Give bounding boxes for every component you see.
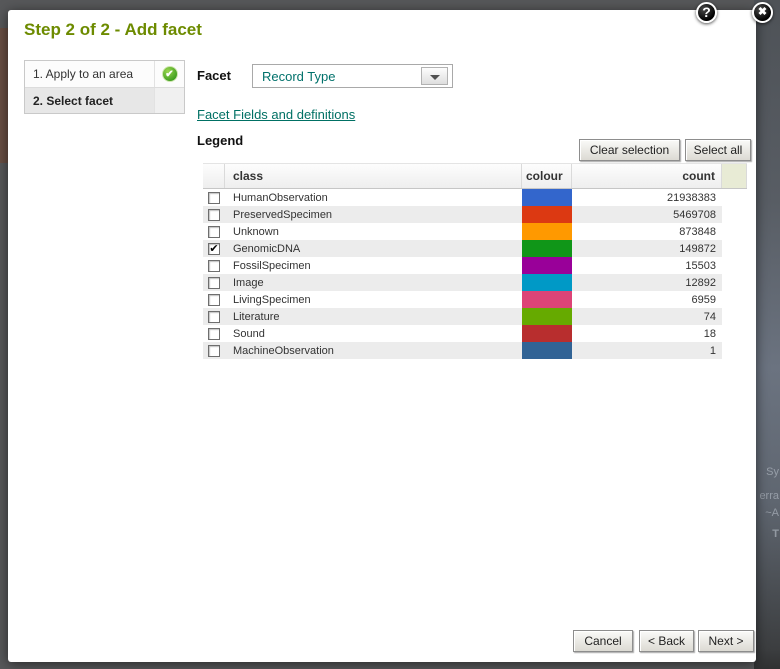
row-count: 74 [572, 308, 722, 325]
legend-table-row[interactable]: LivingSpecimen 6959 [203, 291, 722, 308]
header-colour: colour [522, 164, 572, 188]
row-class: HumanObservation [225, 189, 522, 206]
row-colour-swatch [522, 342, 572, 359]
dimmed-text-fragment: Sy [766, 466, 779, 478]
row-class: FossilSpecimen [225, 257, 522, 274]
row-class: Image [225, 274, 522, 291]
row-class: LivingSpecimen [225, 291, 522, 308]
dimmed-text-fragment: ~A [765, 507, 779, 519]
row-checkbox[interactable] [208, 209, 220, 221]
cancel-button[interactable]: Cancel [573, 630, 633, 652]
row-count: 149872 [572, 240, 722, 257]
help-icon: ? [702, 4, 711, 20]
clear-selection-button[interactable]: Clear selection [579, 139, 680, 161]
next-button[interactable]: Next > [698, 630, 754, 652]
row-count: 6959 [572, 291, 722, 308]
row-colour-swatch [522, 206, 572, 223]
header-checkbox-column [203, 164, 225, 188]
row-class: MachineObservation [225, 342, 522, 359]
row-colour-swatch [522, 240, 572, 257]
row-checkbox[interactable] [208, 226, 220, 238]
row-colour-swatch [522, 325, 572, 342]
legend-table: class colour count HumanObservation 2193… [203, 163, 747, 359]
dialog-title: Step 2 of 2 - Add facet [24, 20, 202, 40]
help-button[interactable]: ? [696, 2, 717, 23]
row-count: 873848 [572, 223, 722, 240]
legend-table-row[interactable]: FossilSpecimen 15503 [203, 257, 722, 274]
row-checkbox[interactable] [208, 311, 220, 323]
row-colour-swatch [522, 308, 572, 325]
row-count: 12892 [572, 274, 722, 291]
facet-fields-link[interactable]: Facet Fields and definitions [197, 107, 355, 122]
close-icon: ✖ [758, 6, 767, 18]
header-count: count [572, 164, 722, 188]
step-done-icon: ✔ [162, 66, 178, 82]
legend-table-row[interactable]: Image 12892 [203, 274, 722, 291]
row-class: PreservedSpecimen [225, 206, 522, 223]
header-class: class [225, 164, 522, 188]
row-class: Literature [225, 308, 522, 325]
row-checkbox[interactable] [208, 260, 220, 272]
row-colour-swatch [522, 189, 572, 206]
chevron-down-icon [430, 75, 440, 80]
step-label: 1. Apply to an area [25, 67, 154, 81]
dimmed-background-map: Sy erra ~A T [754, 0, 780, 669]
step-label: 2. Select facet [25, 94, 154, 108]
row-colour-swatch [522, 257, 572, 274]
row-colour-swatch [522, 223, 572, 240]
row-checkbox[interactable] [208, 345, 220, 357]
legend-table-row[interactable]: Sound 18 [203, 325, 722, 342]
row-class: Unknown [225, 223, 522, 240]
step-apply-to-area[interactable]: 1. Apply to an area ✔ [25, 61, 184, 87]
row-colour-swatch [522, 291, 572, 308]
row-colour-swatch [522, 274, 572, 291]
row-count: 18 [572, 325, 722, 342]
legend-table-row[interactable]: MachineObservation 1 [203, 342, 722, 359]
select-all-button[interactable]: Select all [685, 139, 751, 161]
wizard-steps: 1. Apply to an area ✔ 2. Select facet [24, 60, 185, 114]
row-checkbox[interactable] [208, 192, 220, 204]
legend-table-row[interactable]: HumanObservation 21938383 [203, 189, 722, 206]
legend-table-row[interactable]: Literature 74 [203, 308, 722, 325]
row-checkbox[interactable] [208, 277, 220, 289]
legend-table-row[interactable]: ✔ GenomicDNA 149872 [203, 240, 722, 257]
back-button[interactable]: < Back [639, 630, 694, 652]
dimmed-text-fragment: erra [759, 490, 779, 502]
legend-table-body: HumanObservation 21938383 PreservedSpeci… [203, 189, 722, 359]
facet-dropdown-button[interactable] [421, 67, 448, 85]
legend-table-row[interactable]: PreservedSpecimen 5469708 [203, 206, 722, 223]
facet-field-label: Facet [197, 68, 231, 83]
row-class: Sound [225, 325, 522, 342]
dimmed-text-fragment: T [772, 528, 779, 540]
row-count: 5469708 [572, 206, 722, 223]
row-checkbox[interactable]: ✔ [208, 243, 220, 255]
facet-selected-value: Record Type [262, 69, 335, 84]
facet-select[interactable]: Record Type [252, 64, 453, 88]
row-count: 1 [572, 342, 722, 359]
dimmed-background-patch [0, 28, 8, 163]
row-count: 21938383 [572, 189, 722, 206]
add-facet-dialog: Step 2 of 2 - Add facet 1. Apply to an a… [8, 10, 756, 662]
header-spacer-cell [722, 164, 747, 188]
step-select-facet[interactable]: 2. Select facet [25, 87, 184, 113]
row-checkbox[interactable] [208, 294, 220, 306]
row-class: GenomicDNA [225, 240, 522, 257]
row-count: 15503 [572, 257, 722, 274]
row-checkbox[interactable] [208, 328, 220, 340]
legend-heading: Legend [197, 133, 243, 148]
legend-table-header: class colour count [203, 163, 747, 189]
page-overlay: Sy erra ~A T Step 2 of 2 - Add facet 1. App… [0, 0, 780, 669]
close-button[interactable]: ✖ [752, 2, 773, 23]
legend-table-row[interactable]: Unknown 873848 [203, 223, 722, 240]
